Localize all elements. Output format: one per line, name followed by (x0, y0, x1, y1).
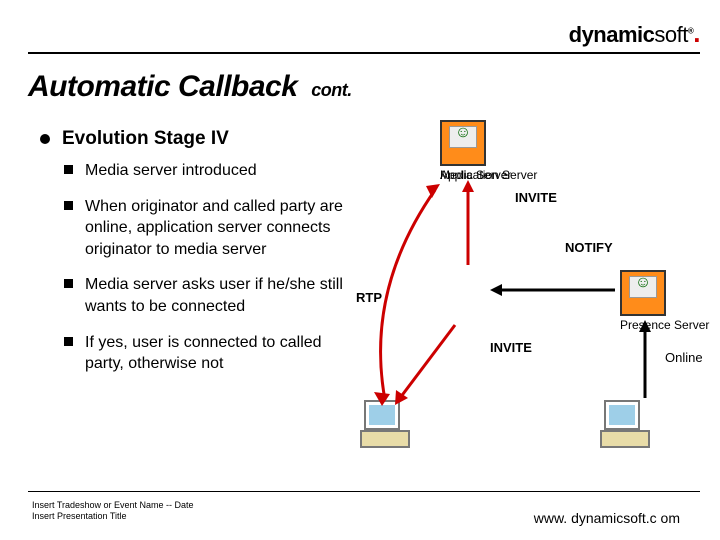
arrow-icon (630, 320, 670, 405)
bullet-square-icon (64, 165, 73, 174)
logo-light: soft (654, 22, 687, 47)
invite-label: INVITE (490, 340, 532, 355)
bullet-text: When originator and called party are onl… (85, 196, 345, 261)
logo-dot: . (693, 18, 700, 48)
header-rule (28, 52, 700, 54)
heading-row: Evolution Stage IV (40, 128, 380, 150)
arrow-icon (390, 320, 470, 410)
pc-called (600, 400, 650, 448)
application-server-node: Application Server (440, 120, 537, 182)
invite-label: INVITE (515, 190, 557, 205)
list-item: Media server introduced (64, 160, 380, 182)
bullet-text: If yes, user is connected to called part… (85, 332, 345, 375)
list-item: Media server asks user if he/she still w… (64, 274, 380, 317)
arrow-icon (460, 180, 490, 270)
footer-event: Insert Tradeshow or Event Name -- Date (32, 500, 194, 511)
bullet-text: Media server asks user if he/she still w… (85, 274, 345, 317)
bullet-square-icon (64, 201, 73, 210)
notify-label: NOTIFY (565, 240, 613, 255)
logo: dynamicsoft®. (569, 18, 700, 49)
server-icon (620, 270, 666, 316)
footer-left: Insert Tradeshow or Event Name -- Date I… (32, 500, 194, 523)
footer-title: Insert Presentation Title (32, 511, 194, 522)
list-item: When originator and called party are onl… (64, 196, 380, 261)
bullet-text: Media server introduced (85, 160, 257, 182)
bullet-content: Evolution Stage IV Media server introduc… (40, 128, 380, 389)
bullet-square-icon (64, 337, 73, 346)
computer-icon (600, 400, 650, 448)
arrow-icon (490, 280, 620, 300)
diagram: Media Server Application Server Presence… (380, 120, 720, 460)
title-cont: cont. (311, 80, 352, 100)
list-item: If yes, user is connected to called part… (64, 332, 380, 375)
bullet-dot-icon (40, 134, 50, 144)
footer-url: www. dynamicsoft.c om (534, 510, 680, 526)
title-main: Automatic Callback (28, 70, 297, 103)
online-label: Online (665, 350, 703, 365)
heading-text: Evolution Stage IV (62, 128, 229, 150)
server-icon (440, 120, 486, 166)
footer-rule (28, 491, 700, 492)
header: dynamicsoft®. (28, 18, 700, 49)
slide-title: Automatic Callback cont. (28, 70, 352, 104)
logo-bold: dynamic (569, 22, 655, 47)
bullet-square-icon (64, 279, 73, 288)
